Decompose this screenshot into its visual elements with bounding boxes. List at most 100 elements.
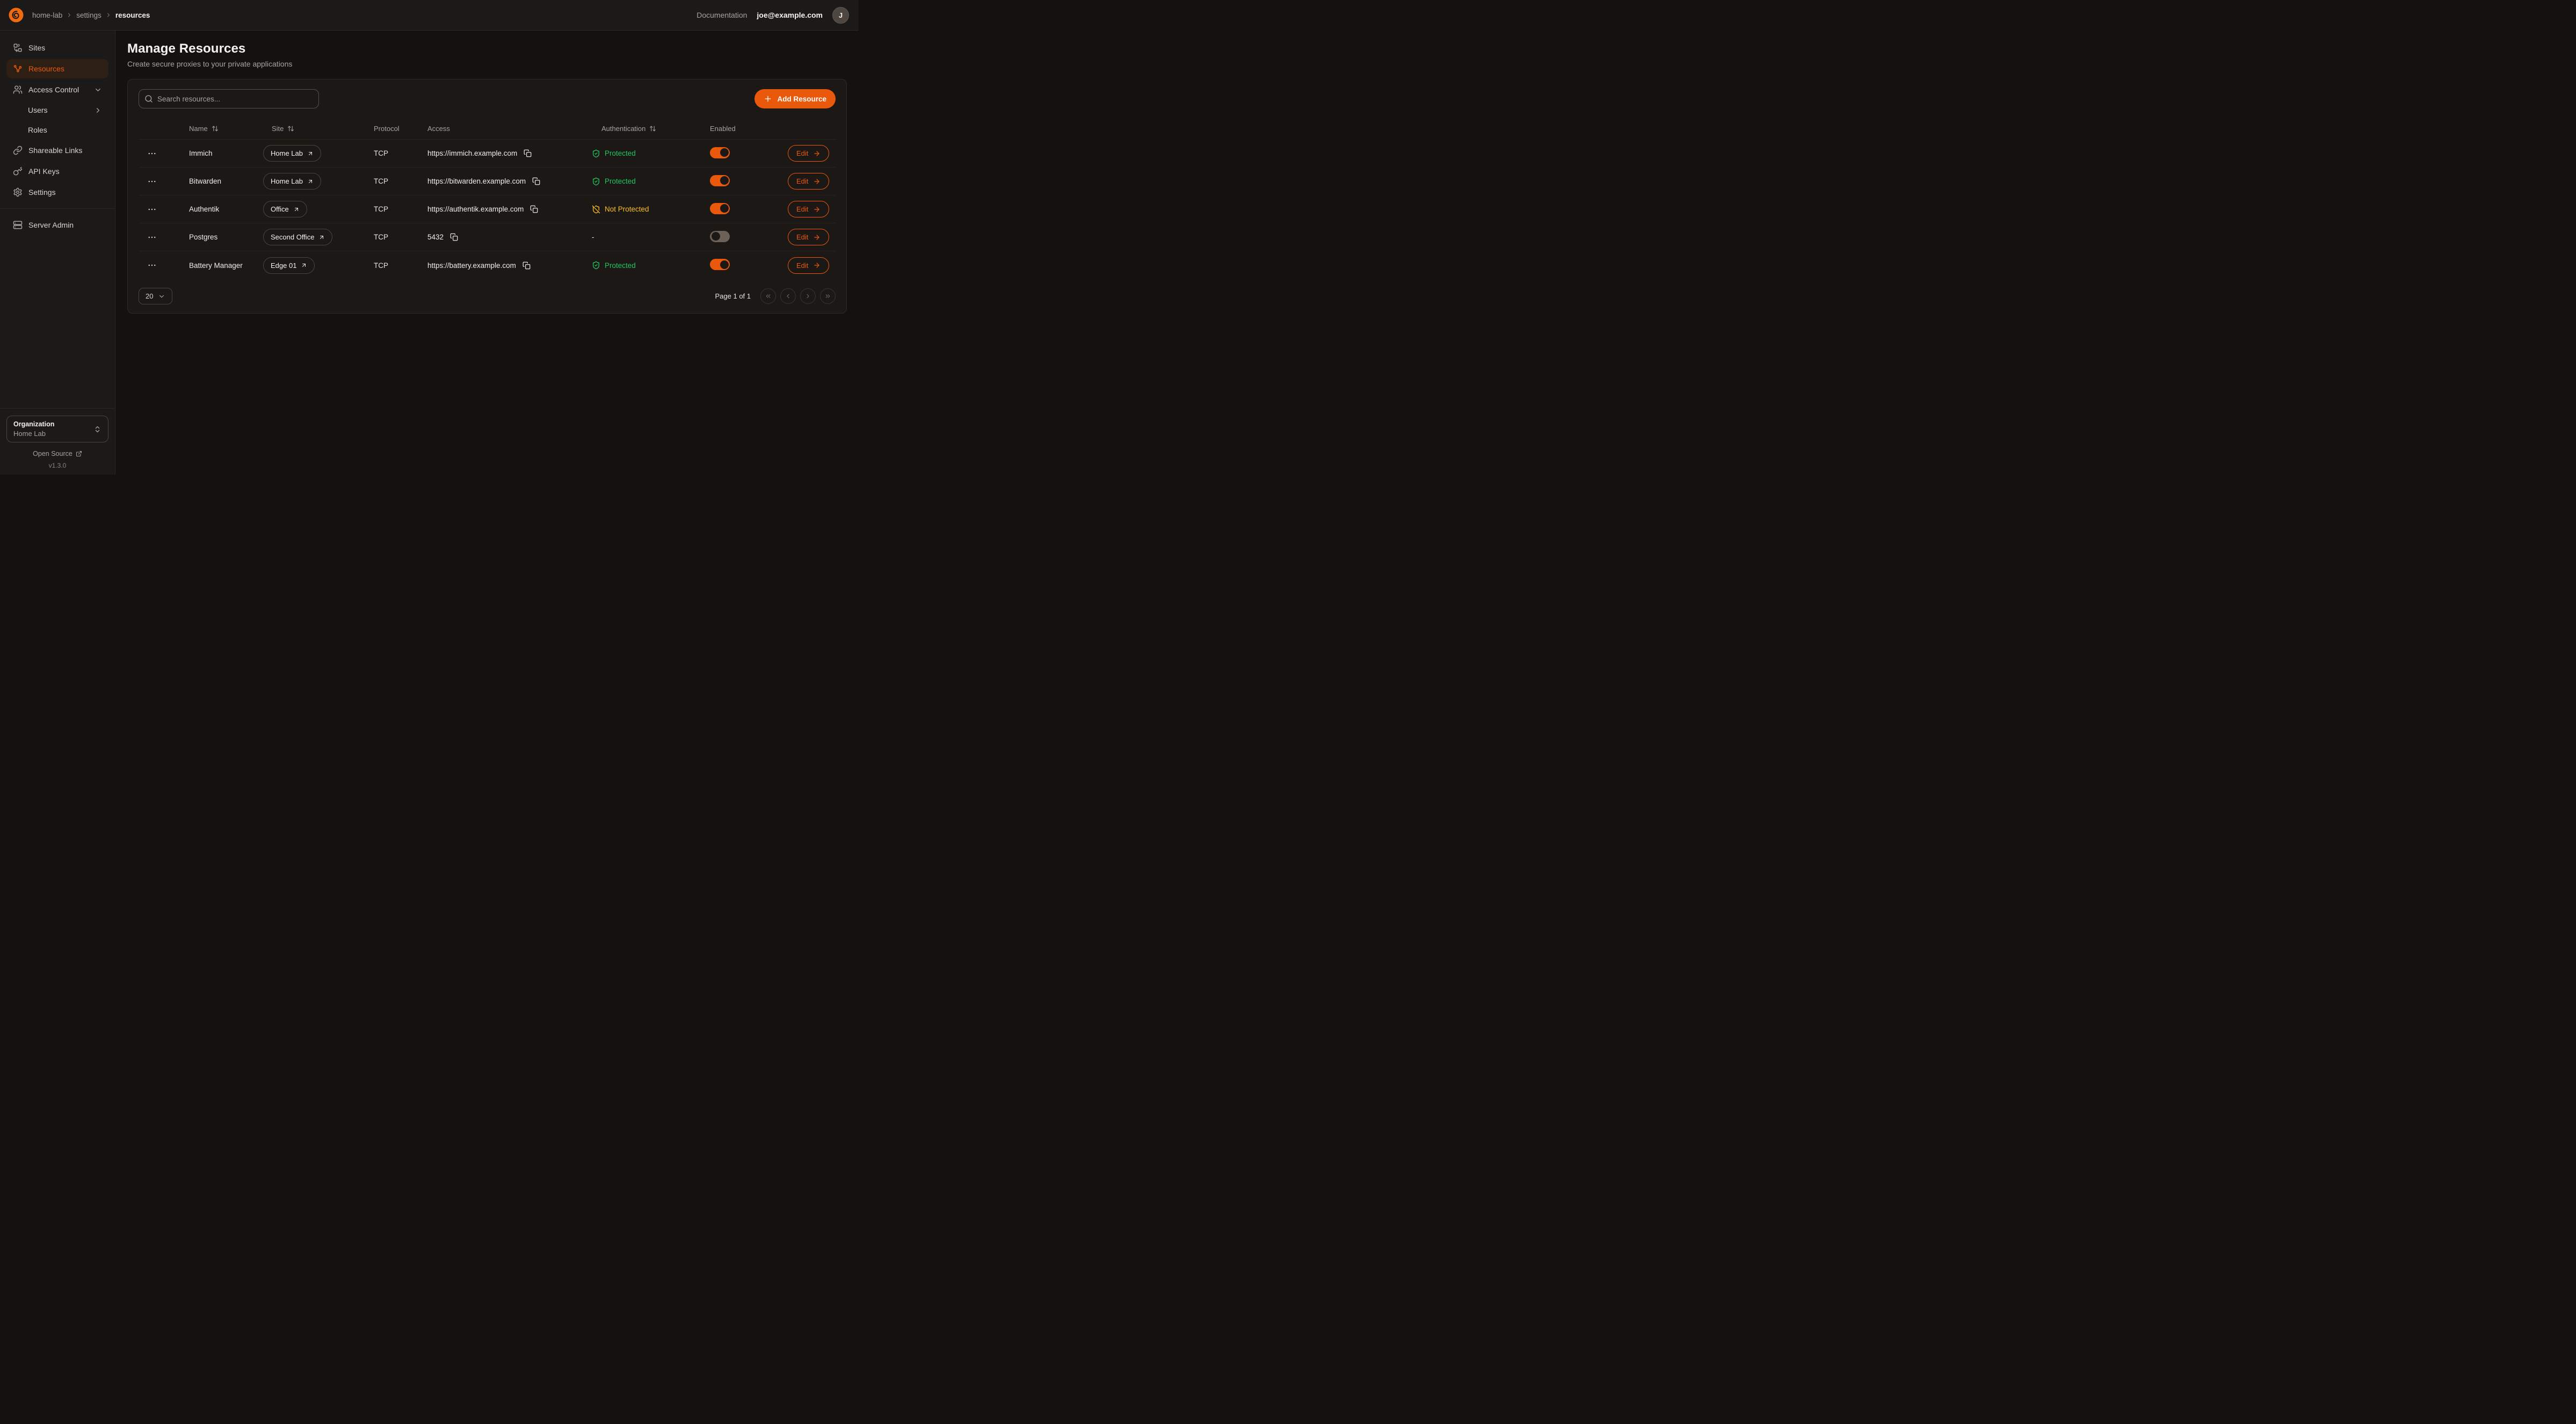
row-menu-button[interactable] bbox=[139, 146, 163, 162]
chevrons-left-icon bbox=[765, 293, 772, 300]
main-content: Manage Resources Create secure proxies t… bbox=[115, 31, 859, 475]
edit-button[interactable]: Edit bbox=[788, 257, 829, 274]
column-header-site[interactable]: Site bbox=[263, 125, 374, 133]
sidebar-divider bbox=[0, 208, 115, 209]
pangolin-logo-icon bbox=[8, 6, 25, 24]
first-page-button[interactable] bbox=[760, 288, 776, 304]
sidebar-item-shareable-links[interactable]: Shareable Links bbox=[6, 141, 108, 160]
sort-icon bbox=[212, 125, 219, 132]
copy-button[interactable] bbox=[521, 260, 532, 271]
sidebar-item-resources[interactable]: Resources bbox=[6, 59, 108, 78]
column-header-protocol: Protocol bbox=[374, 125, 427, 133]
copy-icon bbox=[532, 177, 540, 185]
add-resource-button[interactable]: Add Resource bbox=[754, 89, 836, 108]
sidebar-item-label: Sites bbox=[28, 43, 45, 52]
chevron-right-icon bbox=[94, 106, 102, 114]
top-bar: home-lab settings resources Documentatio… bbox=[0, 0, 859, 31]
resource-access: https://bitwarden.example.com bbox=[427, 177, 526, 185]
copy-button[interactable] bbox=[523, 148, 533, 158]
copy-button[interactable] bbox=[449, 232, 459, 242]
previous-page-button[interactable] bbox=[780, 288, 796, 304]
edit-button[interactable]: Edit bbox=[788, 201, 829, 217]
sidebar-item-sites[interactable]: Sites bbox=[6, 38, 108, 57]
site-link[interactable]: Office bbox=[263, 201, 307, 217]
auth-status: Not Protected bbox=[592, 205, 710, 214]
page-subtitle: Create secure proxies to your private ap… bbox=[127, 60, 847, 68]
site-link[interactable]: Second Office bbox=[263, 229, 332, 245]
resource-name: Authentik bbox=[189, 205, 263, 213]
edit-button[interactable]: Edit bbox=[788, 145, 829, 162]
chevron-left-icon bbox=[785, 293, 792, 300]
chevron-right-icon bbox=[804, 293, 811, 300]
arrow-right-icon bbox=[813, 150, 821, 157]
copy-button[interactable] bbox=[529, 204, 539, 214]
organization-value: Home Lab bbox=[13, 430, 54, 438]
column-header-name[interactable]: Name bbox=[189, 125, 263, 133]
open-source-link[interactable]: Open Source bbox=[33, 450, 82, 457]
user-email: joe@example.com bbox=[757, 11, 823, 19]
arrow-right-icon bbox=[813, 206, 821, 213]
table-row: Bitwarden Home Lab TCP https://bitwarden… bbox=[139, 168, 836, 195]
sidebar-item-access-control[interactable]: Access Control bbox=[6, 80, 108, 99]
enabled-toggle[interactable] bbox=[710, 147, 730, 158]
enabled-toggle[interactable] bbox=[710, 231, 730, 242]
app-version: v1.3.0 bbox=[6, 462, 108, 469]
breadcrumb-settings[interactable]: settings bbox=[76, 11, 101, 19]
page-title: Manage Resources bbox=[127, 41, 847, 56]
sidebar-item-api-keys[interactable]: API Keys bbox=[6, 162, 108, 181]
row-menu-button[interactable] bbox=[139, 257, 163, 273]
organization-selector[interactable]: Organization Home Lab bbox=[6, 416, 108, 442]
ellipsis-icon bbox=[147, 260, 157, 270]
sidebar-item-users[interactable]: Users bbox=[6, 101, 108, 119]
arrow-right-icon bbox=[813, 261, 821, 269]
enabled-toggle[interactable] bbox=[710, 259, 730, 270]
chevron-down-icon bbox=[94, 86, 102, 94]
chevron-right-icon bbox=[66, 12, 72, 18]
enabled-toggle[interactable] bbox=[710, 175, 730, 186]
ellipsis-icon bbox=[147, 177, 157, 186]
search-input[interactable] bbox=[139, 89, 319, 108]
documentation-link[interactable]: Documentation bbox=[696, 11, 747, 19]
copy-button[interactable] bbox=[531, 176, 541, 186]
breadcrumb-org[interactable]: home-lab bbox=[32, 11, 62, 19]
sidebar-item-settings[interactable]: Settings bbox=[6, 183, 108, 202]
resources-table: Name Site Protocol Access Authentication… bbox=[139, 118, 836, 279]
sidebar-item-label: Access Control bbox=[28, 85, 79, 94]
sidebar-item-label: Resources bbox=[28, 64, 64, 73]
site-link[interactable]: Edge 01 bbox=[263, 257, 315, 274]
next-page-button[interactable] bbox=[800, 288, 816, 304]
sidebar-item-label: Server Admin bbox=[28, 221, 74, 229]
chevrons-right-icon bbox=[824, 293, 831, 300]
resource-name: Postgres bbox=[189, 233, 263, 241]
site-link[interactable]: Home Lab bbox=[263, 145, 321, 162]
row-menu-button[interactable] bbox=[139, 173, 163, 190]
sidebar-item-label: Shareable Links bbox=[28, 146, 82, 155]
enabled-toggle[interactable] bbox=[710, 203, 730, 214]
site-link[interactable]: Home Lab bbox=[263, 173, 321, 190]
sidebar-item-label: API Keys bbox=[28, 167, 60, 176]
organization-label: Organization bbox=[13, 420, 54, 428]
shield-check-icon bbox=[592, 177, 600, 186]
sites-icon bbox=[13, 43, 23, 53]
row-menu-button[interactable] bbox=[139, 229, 163, 245]
resources-card: Add Resource Name Site Protocol Access bbox=[127, 79, 847, 314]
sidebar-item-roles[interactable]: Roles bbox=[6, 121, 108, 139]
column-header-authentication[interactable]: Authentication bbox=[592, 125, 710, 133]
edit-button[interactable]: Edit bbox=[788, 173, 829, 190]
sort-icon bbox=[649, 125, 656, 132]
chevron-down-icon bbox=[158, 293, 165, 300]
user-avatar[interactable]: J bbox=[832, 7, 849, 24]
plus-icon bbox=[764, 95, 772, 103]
arrow-up-right-icon bbox=[307, 178, 314, 185]
column-header-access: Access bbox=[427, 125, 592, 133]
row-menu-button[interactable] bbox=[139, 201, 163, 217]
sidebar-item-label: Roles bbox=[28, 126, 47, 134]
auth-status: Protected bbox=[592, 261, 710, 270]
page-size-select[interactable]: 20 bbox=[139, 288, 172, 304]
shield-check-icon bbox=[592, 149, 600, 158]
edit-button[interactable]: Edit bbox=[788, 229, 829, 245]
server-icon bbox=[13, 220, 23, 230]
last-page-button[interactable] bbox=[820, 288, 836, 304]
sidebar-item-server-admin[interactable]: Server Admin bbox=[6, 215, 108, 235]
resource-access: https://authentik.example.com bbox=[427, 205, 524, 213]
